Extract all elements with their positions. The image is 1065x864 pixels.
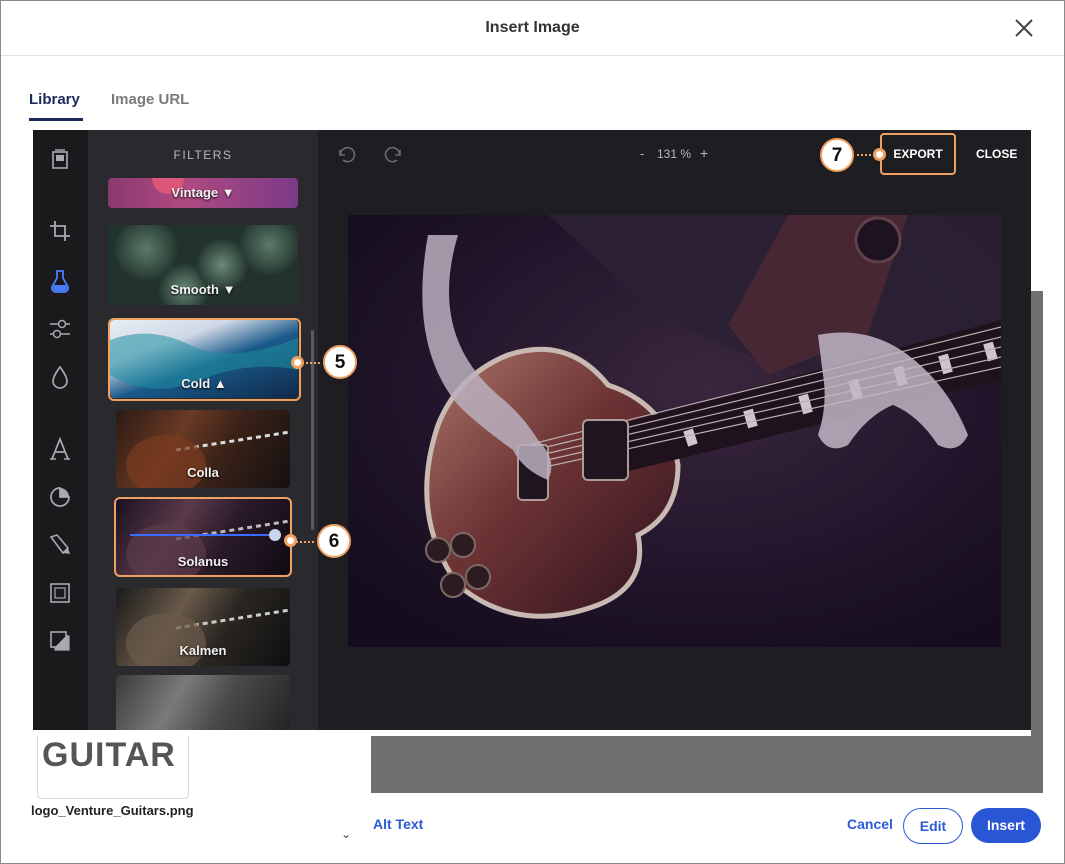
- cancel-button[interactable]: Cancel: [847, 816, 893, 832]
- crop-icon[interactable]: [47, 218, 73, 244]
- callout-anchor: [284, 534, 297, 547]
- filter-next[interactable]: [116, 675, 290, 730]
- alt-text-link[interactable]: Alt Text: [373, 816, 423, 832]
- close-icon[interactable]: [1011, 15, 1037, 41]
- border-icon[interactable]: [47, 628, 73, 654]
- callout-7: 7: [820, 138, 854, 172]
- filter-label: Vintage: [171, 185, 219, 200]
- callout-connector: [302, 362, 320, 364]
- adjust-sliders-icon[interactable]: [47, 316, 73, 342]
- filter-smooth[interactable]: Smooth ▼: [108, 225, 298, 305]
- undo-icon[interactable]: [336, 144, 356, 164]
- filter-colla[interactable]: Colla: [116, 410, 290, 488]
- export-button[interactable]: EXPORT: [880, 133, 956, 175]
- callout-anchor: [291, 356, 304, 369]
- drop-icon[interactable]: [47, 364, 73, 390]
- brush-icon[interactable]: [47, 532, 73, 558]
- expand-indicator: ▼: [222, 282, 236, 297]
- sticker-icon[interactable]: [47, 484, 73, 510]
- library-image-thumbnail[interactable]: GUITAR: [37, 725, 189, 799]
- close-editor-button[interactable]: CLOSE: [976, 147, 1017, 161]
- tab-image-url[interactable]: Image URL: [111, 91, 189, 108]
- editor-canvas: - 131 % + EXPORT CLOSE: [318, 130, 1031, 730]
- cold-highlight: [108, 318, 301, 401]
- image-filename: logo_Venture_Guitars.png: [31, 803, 194, 818]
- filter-label: Colla: [187, 465, 219, 480]
- dialog-header: Insert Image: [1, 1, 1064, 56]
- callout-anchor: [873, 148, 886, 161]
- filter-flask-icon[interactable]: [47, 268, 73, 294]
- text-icon[interactable]: [47, 436, 73, 462]
- filter-label: Smooth: [170, 282, 219, 297]
- frame-icon[interactable]: [47, 146, 73, 172]
- callout-5: 5: [323, 345, 357, 379]
- edit-button[interactable]: Edit: [903, 808, 963, 844]
- filters-panel: FILTERS Vintage ▼ Smooth ▼ Cold ▲ Colla: [88, 130, 318, 730]
- dialog-title: Insert Image: [485, 19, 580, 36]
- zoom-out-button[interactable]: -: [640, 146, 644, 161]
- overlay-frame-icon[interactable]: [47, 580, 73, 606]
- expand-indicator: ▼: [221, 185, 235, 200]
- filter-kalmen[interactable]: Kalmen: [116, 588, 290, 666]
- image-editor: FILTERS Vintage ▼ Smooth ▼ Cold ▲ Colla: [33, 130, 1031, 736]
- active-tab-indicator: [29, 118, 83, 121]
- panel-title: FILTERS: [173, 148, 233, 162]
- scroll-down-icon[interactable]: ⌄: [341, 827, 351, 841]
- callout-connector: [296, 541, 314, 543]
- zoom-level: 131 %: [657, 147, 692, 161]
- solanus-highlight: [114, 497, 292, 577]
- edited-photo: [348, 215, 1001, 647]
- zoom-in-button[interactable]: +: [700, 145, 708, 161]
- insert-button[interactable]: Insert: [971, 808, 1041, 843]
- tab-library[interactable]: Library: [29, 91, 80, 108]
- tool-rail: [33, 130, 88, 730]
- filters-scrollbar[interactable]: [311, 330, 314, 530]
- filter-label: Kalmen: [179, 643, 227, 658]
- thumbnail-logo-text: GUITAR: [42, 736, 176, 774]
- filter-vintage[interactable]: Vintage ▼: [108, 178, 298, 208]
- redo-icon[interactable]: [384, 144, 404, 164]
- callout-6: 6: [317, 524, 351, 558]
